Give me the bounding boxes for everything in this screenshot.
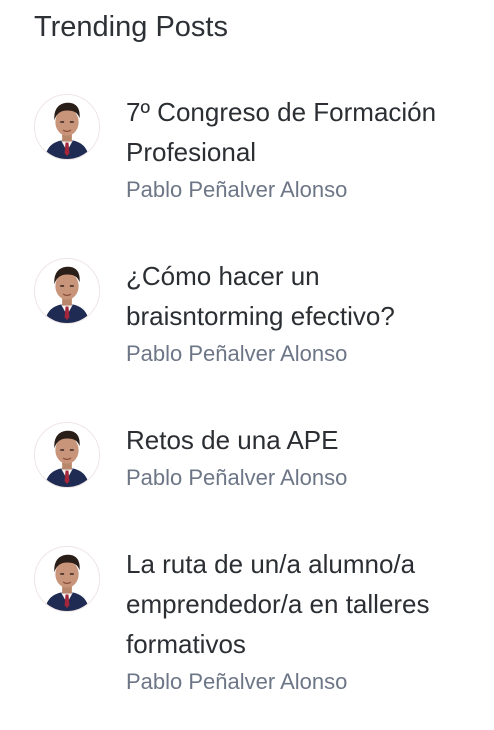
post-author-link[interactable]: Pablo Peñalver Alonso [126, 340, 476, 368]
post-title-link[interactable]: Retos de una APE [126, 420, 476, 460]
author-avatar-icon [35, 547, 99, 611]
post-body: Retos de una APE Pablo Peñalver Alonso [126, 420, 476, 492]
post-author-link[interactable]: Pablo Peñalver Alonso [126, 668, 476, 696]
post-title-link[interactable]: La ruta de un/a alumno/a emprendedor/a e… [126, 544, 476, 664]
trending-posts-heading: Trending Posts [34, 11, 228, 43]
author-avatar-icon [35, 423, 99, 487]
author-avatar[interactable] [34, 94, 100, 160]
author-avatar-icon [35, 95, 99, 159]
post-body: 7º Congreso de Formación Profesional Pab… [126, 92, 476, 204]
post-title-link[interactable]: 7º Congreso de Formación Profesional [126, 92, 476, 172]
post-author-link[interactable]: Pablo Peñalver Alonso [126, 464, 476, 492]
post-body: ¿Cómo hacer un braisntorming efectivo? P… [126, 256, 476, 368]
author-avatar-icon [35, 259, 99, 323]
author-avatar[interactable] [34, 422, 100, 488]
post-title-link[interactable]: ¿Cómo hacer un braisntorming efectivo? [126, 256, 476, 336]
post-body: La ruta de un/a alumno/a emprendedor/a e… [126, 544, 476, 696]
post-author-link[interactable]: Pablo Peñalver Alonso [126, 176, 476, 204]
author-avatar[interactable] [34, 546, 100, 612]
author-avatar[interactable] [34, 258, 100, 324]
